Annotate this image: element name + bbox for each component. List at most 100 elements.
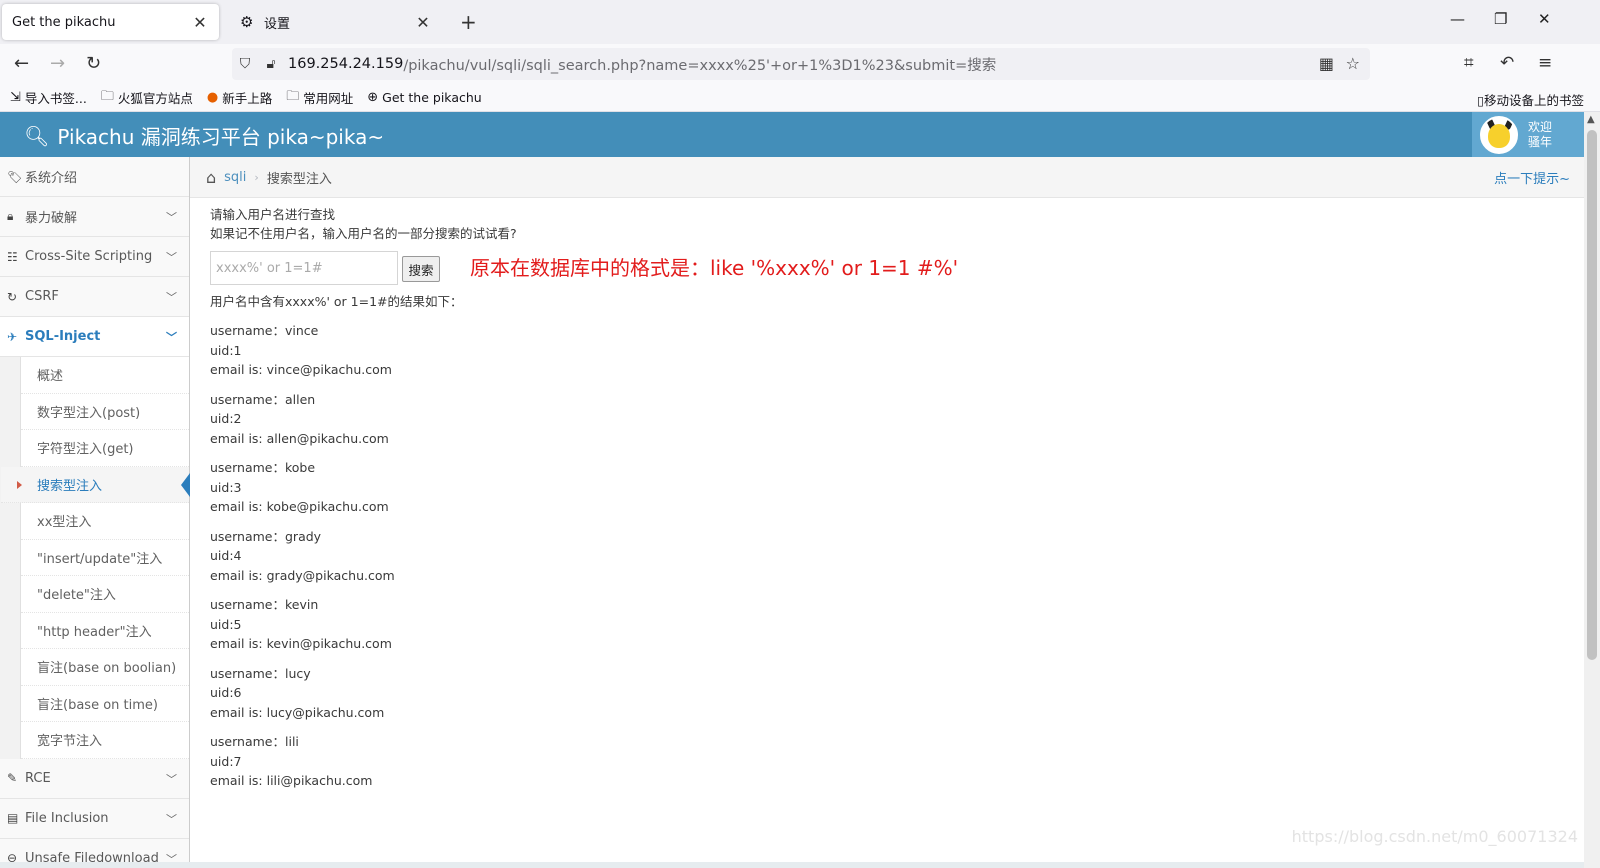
result-record: username：lucy uid:6 email is: lucy@pikac… [210, 665, 385, 720]
list-icon: ☷ [7, 249, 18, 264]
page-scrollbar[interactable]: ▲ [1584, 112, 1600, 868]
sidebar-subitem[interactable]: 盲注(base on time) [21, 686, 189, 722]
chevron-down-icon: ﹀ [166, 812, 177, 826]
avatar [1480, 115, 1518, 154]
bookmark-import[interactable]: ⇲ 导入书签... [10, 88, 87, 107]
lock-icon: 🔒︎ [7, 209, 14, 223]
file-icon: ▤ [7, 811, 19, 825]
crop-icon[interactable]: ⌗ [1464, 53, 1474, 73]
menu-icon[interactable]: ≡ [1538, 53, 1552, 73]
pencil-icon: ✎ [7, 771, 18, 785]
brand[interactable]: 🔍︎ Pikachu 漏洞练习平台 pika~pika~ [24, 121, 384, 150]
reload-icon[interactable]: ↻ [86, 53, 101, 74]
chevron-down-icon: ﹀ [166, 291, 177, 304]
chevron-down-icon: ﹀ [166, 251, 177, 264]
tab-label: Get the pikachu [12, 14, 116, 30]
sidebar-item-file-inclusion[interactable]: ▤ File Inclusion ﹀ [0, 798, 189, 839]
sql-inject-submenu: 概述 数字型注入(post) 字符型注入(get) 搜索型注入 xx型注入 "i… [1, 357, 190, 759]
bottom-bar [0, 862, 1584, 868]
back-icon[interactable]: ← [14, 53, 29, 74]
sidebar-item-rce[interactable]: ✎ RCE ﹀ [0, 758, 189, 799]
annotation-text: 原本在数据库中的格式是：like '%xxx%' or 1=1 #%' [470, 256, 959, 280]
hint-link[interactable]: 点一下提示~ [1494, 168, 1570, 187]
sidebar-subitem[interactable]: "delete"注入 [21, 576, 189, 613]
globe-icon: ⊕ [367, 90, 379, 105]
folder-icon: 🗀 [286, 88, 300, 104]
restore-icon[interactable]: ❐ [1494, 10, 1507, 28]
brand-title: Pikachu 漏洞练习平台 pika~pika~ [57, 125, 385, 149]
folder-icon: 🗀 [100, 88, 114, 104]
url-host: 169.254.24.159 [288, 56, 404, 72]
tab-label: 设置 [264, 16, 291, 32]
app-header: 🔍︎ Pikachu 漏洞练习平台 pika~pika~ 欢迎 骚年 [0, 112, 1584, 157]
tab-strip: Get the pikachu ✕ ⚙ 设置 ✕ + — ❐ ✕ [0, 0, 1600, 44]
breadcrumb: ⌂ sqli › 搜索型注入 点一下提示~ [190, 157, 1584, 198]
qr-code-icon[interactable]: ▦ [1319, 54, 1334, 73]
result-title: 用户名中含有xxxx%' or 1=1#的结果如下： [210, 294, 463, 309]
mobile-icon: ▯ [1477, 93, 1484, 108]
firefox-icon: ● [206, 90, 219, 105]
sidebar-item-brute-force[interactable]: 🔒︎ 暴力破解 ﹀ [0, 197, 189, 237]
bookmarks-bar: ⇲ 导入书签... 🗀 火狐官方站点 ● 新手上路 🗀 常用网址 ⊕ Get the pi… [0, 84, 1600, 112]
window-close-icon[interactable]: ✕ [1538, 10, 1551, 28]
result-record: username：allen uid:2 email is: allen@pik… [210, 391, 389, 446]
breadcrumb-current: 搜索型注入 [266, 171, 332, 187]
result-record: username：lili uid:7 email is: lili@pikac… [210, 734, 373, 788]
new-tab-icon[interactable]: + [460, 10, 477, 34]
search-form: 搜索 原本在数据库中的格式是：like '%xxx%' or 1=1 #%' [210, 251, 1570, 289]
bookmark-getting-started[interactable]: ● 新手上路 [207, 88, 272, 107]
insecure-lock-icon[interactable]: 🔓︎ [258, 56, 284, 72]
import-icon: ⇲ [10, 90, 21, 105]
main-content: 请输入用户名进行查找 如果记不住用户名，输入用户名的一部分搜索的试试看? 搜索 … [210, 205, 1570, 791]
sidebar: 🏷︎ 系统介绍 🔒︎ 暴力破解 ﹀ ☷ Cross-Site Scripting… [0, 157, 190, 868]
result-record: username：kobe uid:3 email is: kobe@pikac… [210, 460, 389, 514]
close-icon[interactable]: ✕ [414, 13, 432, 32]
breadcrumb-separator-icon: › [254, 170, 259, 184]
welcome-text: 欢迎 骚年 [1528, 119, 1553, 149]
url-bar[interactable]: ⛉ 🔓︎ 169.254.24.159 /pikachu/vul/sqli/sq… [232, 48, 1370, 80]
sidebar-subitem[interactable]: xx型注入 [21, 503, 189, 540]
undo-icon[interactable]: ↶ [1500, 53, 1514, 73]
bookmark-common-sites[interactable]: 🗀 常用网址 [286, 87, 353, 109]
sidebar-subitem[interactable]: 盲注(base on boolian) [21, 649, 189, 686]
watermark: https://blog.csdn.net/m0_60071324 [1291, 827, 1578, 846]
sidebar-subitem[interactable]: 宽字节注入 [21, 722, 189, 759]
scroll-up-icon[interactable]: ▲ [1587, 114, 1595, 125]
sidebar-subitem[interactable]: "insert/update"注入 [21, 540, 189, 576]
forward-icon[interactable]: → [50, 53, 65, 74]
minimize-icon[interactable]: — [1450, 10, 1465, 28]
sidebar-item-csrf[interactable]: ↻ CSRF ﹀ [0, 277, 189, 317]
sidebar-subitem-active[interactable]: 搜索型注入 [1, 466, 190, 503]
user-menu[interactable]: 欢迎 骚年 [1472, 112, 1584, 157]
sidebar-item-sql-inject[interactable]: ✈ SQL-Inject ﹀ [0, 317, 189, 357]
shield-icon[interactable]: ⛉ [232, 56, 258, 72]
scrollbar-thumb[interactable] [1587, 130, 1597, 660]
refresh-icon: ↻ [7, 289, 18, 304]
mobile-bookmarks[interactable]: ▯移动设备上的书签 [1477, 90, 1584, 109]
bookmark-get-the-pikachu[interactable]: ⊕ Get the pikachu [367, 90, 481, 105]
sidebar-item-system-intro[interactable]: 🏷︎ 系统介绍 [0, 157, 189, 197]
gear-icon: ⚙ [240, 13, 254, 31]
sidebar-subitem[interactable]: 数字型注入(post) [21, 394, 189, 430]
bookmark-firefox-sites[interactable]: 🗀 火狐官方站点 [101, 87, 193, 109]
intro-text: 请输入用户名进行查找 如果记不住用户名，输入用户名的一部分搜索的试试看? [210, 207, 517, 241]
navigation-bar: ← → ↻ ⛉ 🔓︎ 169.254.24.159 /pikachu/vul/s… [0, 44, 1600, 84]
result-record: username：kevin uid:5 email is: kevin@pik… [210, 597, 392, 651]
key-icon: 🔍︎ [24, 123, 50, 148]
close-icon[interactable]: ✕ [191, 13, 209, 32]
sidebar-subitem[interactable]: 概述 [21, 357, 189, 394]
search-button[interactable]: 搜索 [402, 256, 440, 282]
breadcrumb-link-sqli[interactable]: sqli [224, 170, 246, 185]
search-input[interactable] [210, 251, 398, 285]
plane-icon: ✈ [7, 329, 18, 344]
tab-settings[interactable]: ⚙ 设置 ✕ [230, 4, 442, 40]
sidebar-subitem[interactable]: "http header"注入 [21, 613, 189, 649]
sidebar-subitem[interactable]: 字符型注入(get) [21, 430, 189, 467]
tab-get-the-pikachu[interactable]: Get the pikachu ✕ [2, 4, 219, 40]
sidebar-item-xss[interactable]: ☷ Cross-Site Scripting ﹀ [0, 237, 189, 277]
home-icon[interactable]: ⌂ [206, 168, 216, 187]
chevron-down-icon: ﹀ [166, 211, 177, 224]
bookmark-star-icon[interactable]: ☆ [1346, 54, 1360, 73]
url-path: /pikachu/vul/sqli/sqli_search.php?name=x… [403, 57, 997, 74]
result-record: username：grady uid:4 email is: grady@pik… [210, 528, 395, 583]
